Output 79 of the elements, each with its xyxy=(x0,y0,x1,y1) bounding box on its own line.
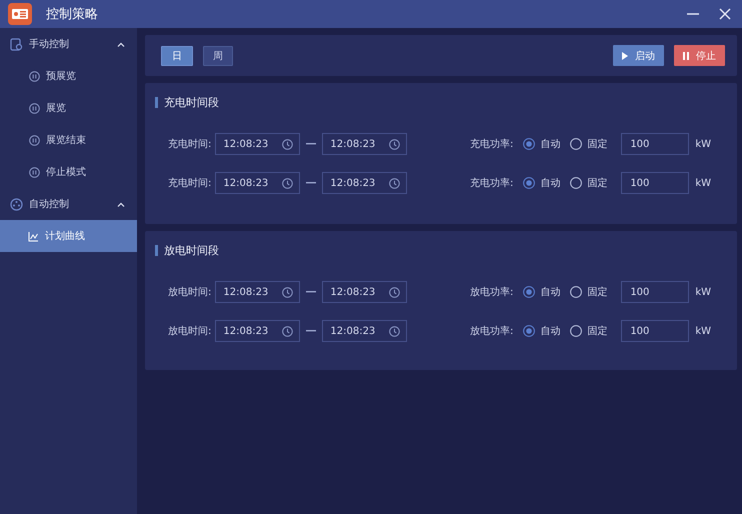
unit-label: kW xyxy=(695,326,711,336)
power-input[interactable]: 100 xyxy=(621,172,690,194)
radio-icon[interactable] xyxy=(570,177,582,189)
time-field[interactable]: 12:08:23 xyxy=(215,320,300,342)
close-icon[interactable] xyxy=(718,7,732,21)
power-label: 充电功率: xyxy=(470,138,514,151)
chevron-up-icon[interactable] xyxy=(117,202,125,206)
time-field[interactable]: 12:08:23 xyxy=(215,281,300,303)
unit-label: kW xyxy=(695,138,711,150)
clock-icon xyxy=(282,138,294,150)
range-dash-icon xyxy=(306,143,316,145)
pause-circle-icon xyxy=(29,70,40,82)
window-title: 控制策略 xyxy=(46,6,99,23)
time-label: 充电时间: xyxy=(168,176,212,190)
time-label: 放电时间: xyxy=(168,286,212,299)
time-field[interactable]: 12:08:23 xyxy=(215,133,300,155)
radio-icon[interactable] xyxy=(570,138,582,150)
app-logo-icon xyxy=(8,3,32,25)
menu-item[interactable]: 展览结束 xyxy=(0,124,137,156)
line-chart-icon xyxy=(28,230,39,242)
radio-option[interactable]: 固定 xyxy=(570,285,608,299)
time-label: 放电时间: xyxy=(168,324,212,338)
time-field[interactable]: 12:08:23 xyxy=(215,172,300,194)
radio-icon[interactable] xyxy=(570,325,582,337)
time-field[interactable]: 12:08:23 xyxy=(322,133,408,155)
clock-icon xyxy=(389,326,400,336)
period-tab[interactable]: 周 xyxy=(203,46,233,66)
radio-option[interactable]: 固定 xyxy=(570,176,608,190)
radio-option[interactable]: 自动 xyxy=(523,285,560,299)
radio-option[interactable]: 自动 xyxy=(523,324,560,338)
time-field[interactable]: 12:08:23 xyxy=(322,320,408,342)
play-icon xyxy=(622,52,628,60)
radio-icon[interactable] xyxy=(523,138,536,150)
radio-option[interactable]: 自动 xyxy=(523,137,560,151)
time-field[interactable]: 12:08:23 xyxy=(322,172,408,194)
clock-icon xyxy=(389,178,400,188)
menu-group-label[interactable]: 手动控制 xyxy=(29,37,111,51)
radio-icon[interactable] xyxy=(523,325,536,337)
clock-icon xyxy=(282,178,294,188)
menu-item[interactable]: 计划曲线 xyxy=(0,220,137,252)
pause-circle-icon xyxy=(29,166,40,178)
period-tab[interactable]: 日 xyxy=(161,46,193,66)
radio-option[interactable]: 固定 xyxy=(570,324,608,338)
range-dash-icon xyxy=(306,291,316,293)
start-button[interactable]: 启动 xyxy=(613,45,664,66)
radio-option[interactable]: 固定 xyxy=(570,137,608,151)
radio-icon[interactable] xyxy=(523,286,536,298)
section-title: 充电时间段 xyxy=(164,95,219,110)
power-label: 充电功率: xyxy=(470,176,514,190)
radio-option[interactable]: 自动 xyxy=(523,176,560,190)
document-icon xyxy=(10,38,23,50)
radio-icon[interactable] xyxy=(523,177,536,189)
unit-label: kW xyxy=(695,178,711,188)
chevron-up-icon[interactable] xyxy=(117,42,125,46)
power-input[interactable]: 100 xyxy=(621,133,690,155)
radio-icon[interactable] xyxy=(570,286,582,298)
range-dash-icon xyxy=(306,330,316,332)
pause-circle-icon xyxy=(29,102,40,114)
pause-icon xyxy=(683,52,689,60)
menu-group-label[interactable]: 自动控制 xyxy=(29,197,111,211)
clock-icon xyxy=(389,138,400,150)
clock-icon xyxy=(282,326,294,336)
clock-icon xyxy=(389,286,400,298)
power-label: 放电功率: xyxy=(470,286,514,299)
range-dash-icon xyxy=(306,182,316,184)
power-input[interactable]: 100 xyxy=(621,320,690,342)
section-title: 放电时间段 xyxy=(164,243,219,258)
stop-button[interactable]: 停止 xyxy=(674,45,725,66)
unit-label: kW xyxy=(695,286,711,298)
dial-icon xyxy=(10,198,23,210)
menu-item[interactable]: 停止模式 xyxy=(0,156,137,188)
pause-circle-icon xyxy=(29,134,40,146)
menu-item[interactable]: 预展览 xyxy=(0,60,137,92)
menu-item[interactable]: 展览 xyxy=(0,92,137,124)
power-label: 放电功率: xyxy=(470,324,514,338)
clock-icon xyxy=(282,286,294,298)
power-input[interactable]: 100 xyxy=(621,281,690,303)
time-label: 充电时间: xyxy=(168,138,212,151)
time-field[interactable]: 12:08:23 xyxy=(322,281,408,303)
